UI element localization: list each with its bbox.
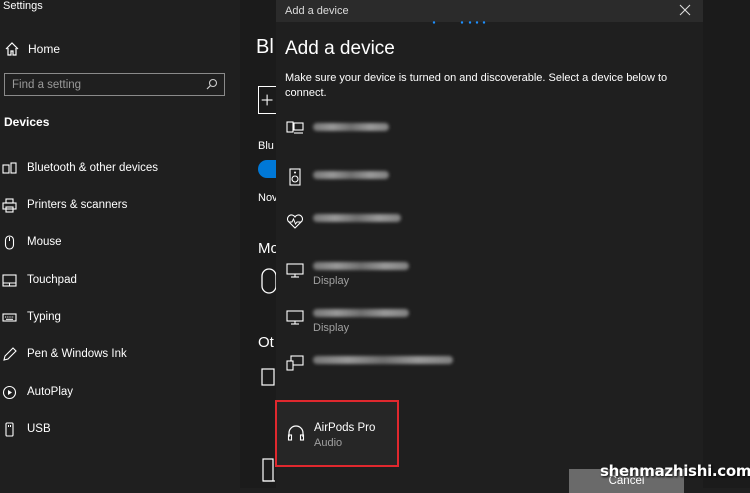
speaker-icon: [289, 168, 301, 186]
mouse-icon: [4, 234, 15, 250]
sidebar-item-label: Bluetooth & other devices: [27, 162, 159, 174]
bluetooth-devices-icon: [2, 161, 17, 174]
monitor-icon: [286, 310, 304, 325]
page-title: Bl: [256, 36, 274, 58]
devices-icon: [286, 355, 304, 371]
redacted-device-name: [313, 262, 409, 270]
device-list-item[interactable]: [284, 353, 684, 393]
computer-icon: [286, 121, 304, 134]
home-nav-item[interactable]: Home: [4, 40, 60, 58]
device-type: Display: [313, 322, 350, 334]
sidebar-item-label: Typing: [27, 311, 61, 323]
sidebar-item-bluetooth[interactable]: Bluetooth & other devices: [2, 159, 158, 177]
touchpad-icon: [2, 273, 17, 287]
sidebar-item-usb[interactable]: USB: [2, 420, 51, 438]
sidebar-item-label: Printers & scanners: [27, 199, 128, 211]
dialog-description: Make sure your device is turned on and d…: [285, 72, 668, 99]
watermark: shenmazhishi.com: [600, 462, 750, 480]
home-label: Home: [28, 42, 61, 56]
search-placeholder: Find a setting: [12, 78, 82, 91]
sidebar-item-mouse[interactable]: Mouse: [2, 233, 62, 251]
airpods-highlight[interactable]: AirPods Pro Audio: [275, 400, 399, 467]
dialog-titlebar: Add a device: [276, 0, 703, 22]
other-devices-heading: Ot: [258, 334, 274, 351]
sidebar-item-pen[interactable]: Pen & Windows Ink: [2, 345, 127, 363]
sidebar-item-label: Mouse: [27, 236, 62, 248]
sidebar-item-printers[interactable]: Printers & scanners: [2, 196, 127, 214]
sidebar-item-label: Pen & Windows Ink: [27, 348, 127, 360]
redacted-device-name: [313, 356, 453, 364]
close-icon[interactable]: [679, 4, 691, 16]
sidebar-item-label: AutoPlay: [27, 386, 74, 398]
search-icon: [206, 78, 218, 90]
redacted-device-name: [313, 123, 389, 131]
device-list-item[interactable]: [284, 118, 684, 158]
bluetooth-toggle-label: Blu: [258, 140, 274, 152]
dialog-window-title: Add a device: [285, 5, 349, 17]
dialog-body: Add a device Make sure your device is tu…: [275, 22, 703, 493]
device-type: Display: [313, 275, 350, 287]
add-device-button[interactable]: [258, 86, 278, 114]
home-icon: [5, 42, 19, 56]
add-device-dialog: Add a device Add a device Make sure your…: [275, 0, 703, 493]
device-name: AirPods Pro: [314, 422, 376, 434]
device-list-item[interactable]: [284, 166, 684, 206]
device-list-item[interactable]: Display: [284, 307, 684, 347]
usb-icon: [5, 421, 14, 437]
heart-health-icon: [286, 214, 304, 229]
keyboard-icon: [2, 312, 17, 322]
pen-icon: [3, 346, 17, 361]
autoplay-icon: [2, 385, 17, 399]
monitor-icon: [286, 263, 304, 278]
device-type: Audio: [314, 437, 343, 449]
search-input[interactable]: Find a setting: [4, 73, 225, 96]
progress-dots: [432, 21, 486, 24]
discoverable-text: Nov: [258, 192, 278, 204]
plus-icon: [261, 94, 273, 106]
redacted-device-name: [313, 214, 401, 222]
printer-icon: [2, 197, 17, 213]
redacted-device-name: [313, 171, 389, 179]
app-title: Settings: [3, 0, 43, 12]
sidebar-item-touchpad[interactable]: Touchpad: [2, 271, 77, 289]
sidebar-item-autoplay[interactable]: AutoPlay: [2, 383, 73, 401]
dialog-heading: Add a device: [285, 38, 395, 59]
device-list-item[interactable]: Display: [284, 260, 684, 300]
sidebar-item-typing[interactable]: Typing: [2, 308, 61, 326]
redacted-device-name: [313, 309, 409, 317]
device-list-item-airpods[interactable]: AirPods Pro Audio: [285, 422, 395, 462]
sidebar-item-label: USB: [27, 423, 51, 435]
device-list-item[interactable]: [284, 212, 684, 252]
settings-sidebar: Settings Home Find a setting Devices Blu…: [0, 0, 240, 488]
sidebar-item-label: Touchpad: [27, 274, 77, 286]
headphones-icon: [287, 425, 305, 441]
section-devices: Devices: [4, 115, 50, 129]
